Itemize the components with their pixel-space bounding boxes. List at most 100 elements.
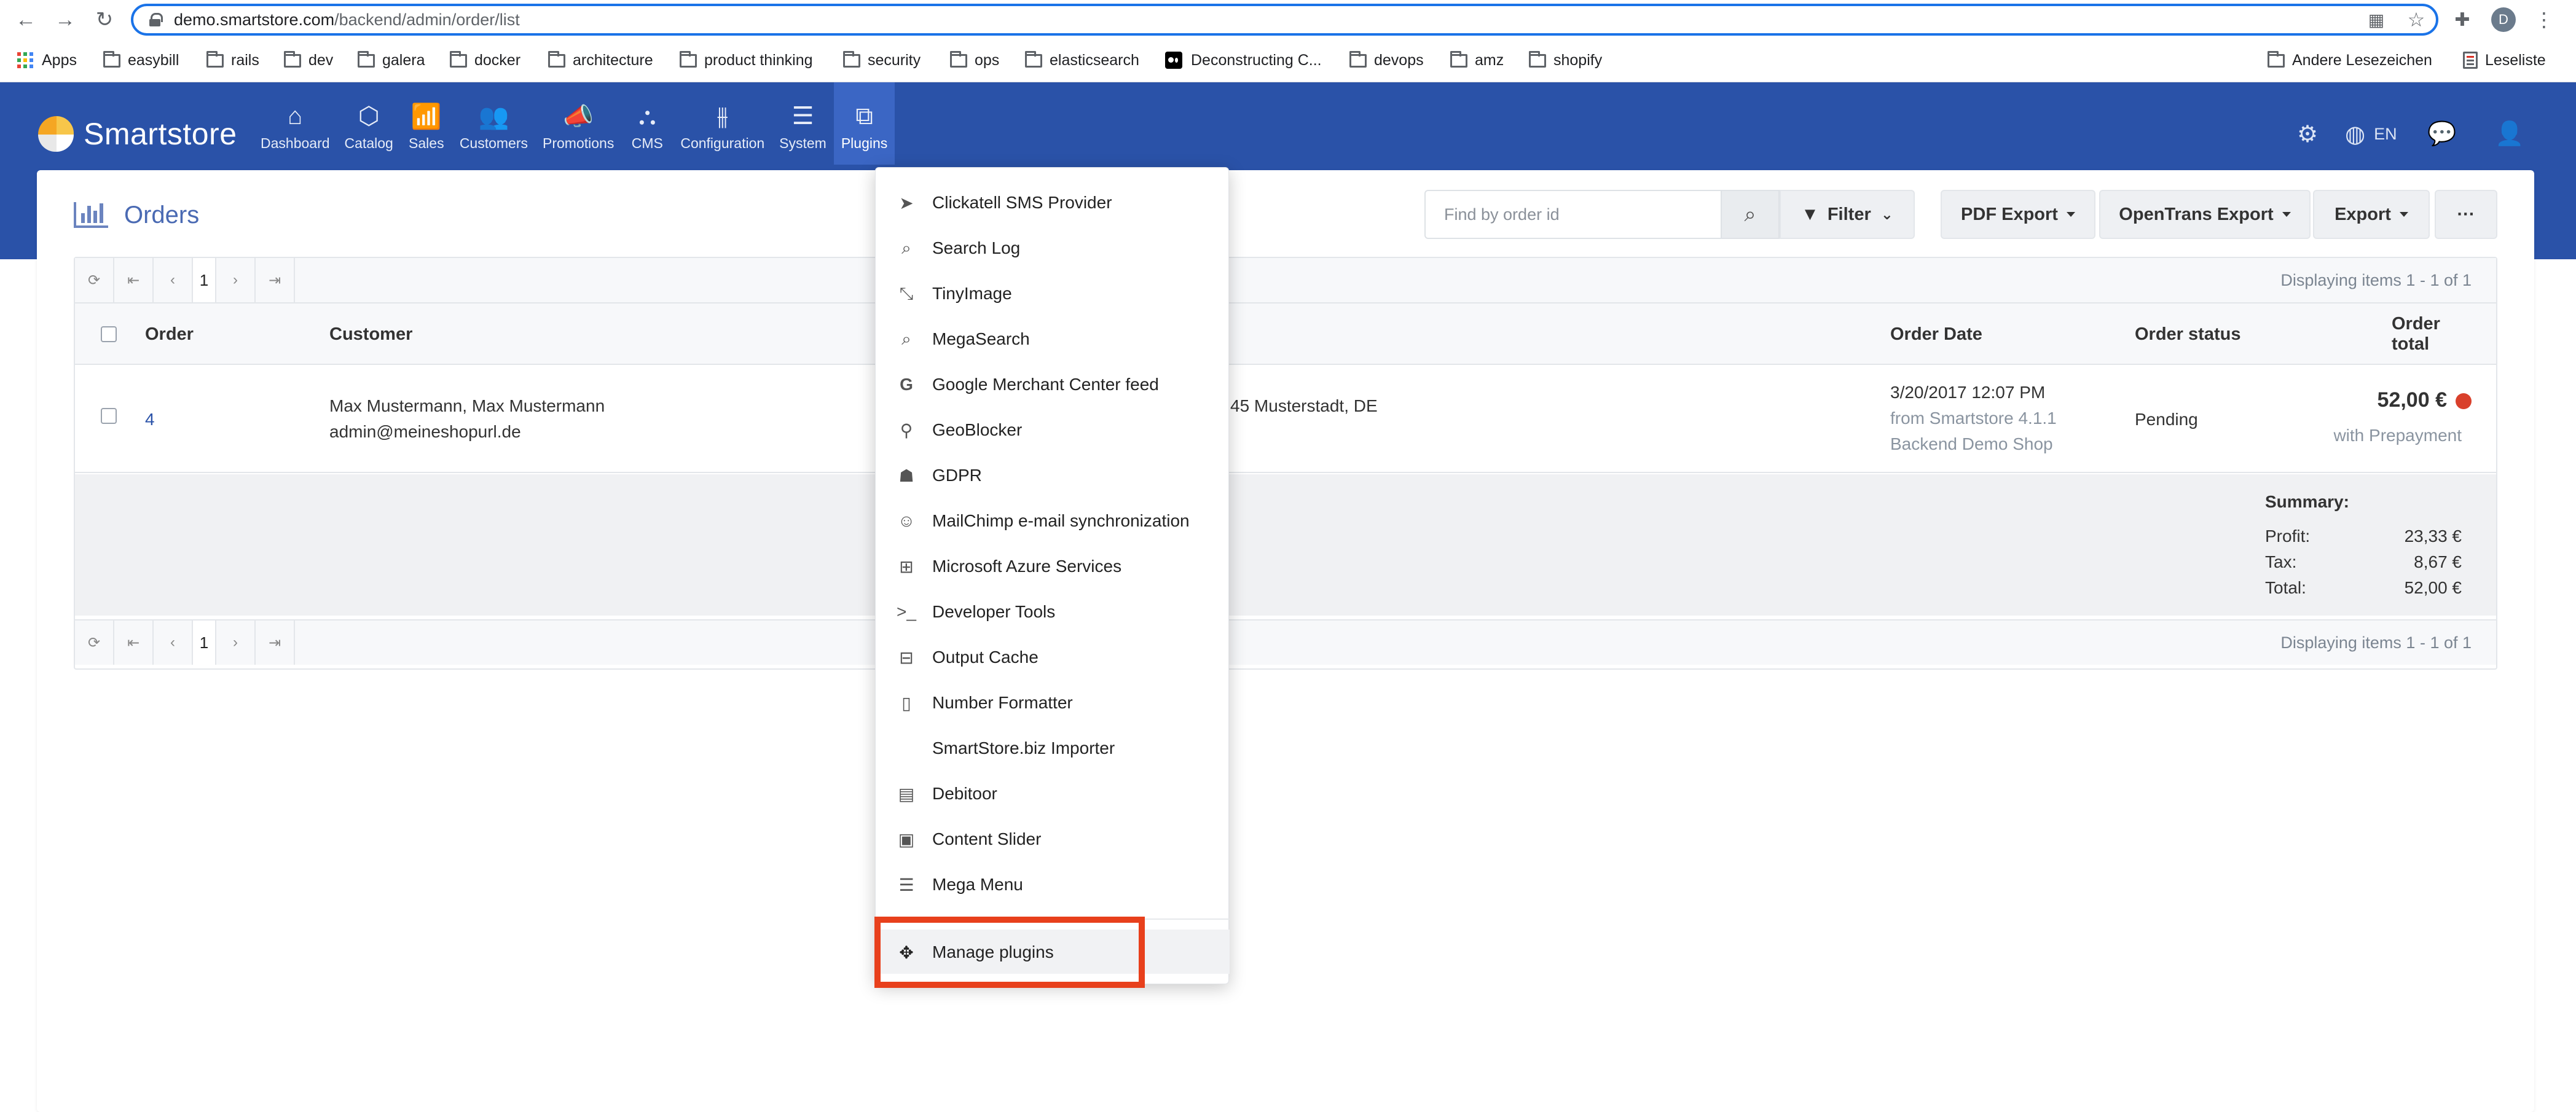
select-all-checkbox[interactable] (101, 303, 117, 365)
page-title: Orders (74, 200, 199, 230)
column-order-status[interactable]: Order status (2135, 303, 2240, 365)
bookmark-galera[interactable]: galera (358, 48, 425, 72)
menu-item-megasearch[interactable]: ⌕ MegaSearch (876, 316, 1230, 362)
forward-icon[interactable]: → (50, 5, 80, 34)
more-actions-button[interactable]: ··· (2435, 190, 2497, 239)
nav-customers[interactable]: 👥 Customers (452, 82, 535, 165)
nav-catalog[interactable]: ⬡ Catalog (337, 82, 401, 165)
folder-icon (548, 51, 565, 68)
brand-logo[interactable]: Smartstore (38, 109, 237, 159)
nav-cms[interactable]: ⛬ CMS (621, 82, 673, 165)
profile-avatar[interactable]: D (2491, 7, 2516, 32)
qr-code-icon[interactable]: ▦ (2363, 5, 2390, 34)
address-bar[interactable]: demo.smartstore.com/backend/admin/order/… (131, 4, 2438, 36)
reading-list[interactable]: Leseliste (2463, 48, 2546, 72)
export-button[interactable]: Export (2313, 190, 2430, 239)
menu-item-clickatell[interactable]: ➤ Clickatell SMS Provider (876, 180, 1230, 225)
payment-method: with Prepayment (2333, 426, 2462, 445)
nav-configuration[interactable]: ⫵ Configuration (673, 82, 772, 165)
menu-item-mailchimp[interactable]: ☺ MailChimp e-mail synchronization (876, 498, 1230, 544)
bookmark-apps[interactable]: Apps (17, 48, 77, 72)
star-icon[interactable]: ☆ (2403, 5, 2430, 34)
bookmark-ops[interactable]: ops (950, 48, 999, 72)
menu-item-content-slider[interactable]: ▣ Content Slider (876, 816, 1230, 862)
menu-item-number-formatter[interactable]: ▯ Number Formatter (876, 680, 1230, 726)
extensions-icon[interactable]: ✚ (2449, 5, 2476, 34)
menu-item-label: GDPR (932, 466, 982, 485)
nav-system[interactable]: ☰ System (772, 82, 834, 165)
bookmark-docker[interactable]: docker (450, 48, 520, 72)
bookmark-architecture[interactable]: architecture (548, 48, 653, 72)
column-order-date[interactable]: Order Date (1890, 303, 1982, 365)
filter-label: Filter (1827, 204, 1871, 224)
first-page-icon[interactable]: ⇤ (114, 258, 154, 302)
bookmark-easybill[interactable]: easybill (103, 48, 179, 72)
column-customer[interactable]: Customer (329, 303, 412, 365)
help-icon[interactable]: 💬 (2427, 109, 2456, 159)
search-button[interactable]: ⌕ (1721, 190, 1780, 239)
back-icon[interactable]: ← (11, 5, 41, 34)
bookmark-label: product thinking (704, 51, 813, 69)
bookmark-product-thinking[interactable]: product thinking (680, 48, 813, 72)
prev-page-icon[interactable]: ‹ (154, 258, 193, 302)
bookmark-dev[interactable]: dev (284, 48, 333, 72)
paper-plane-icon: ➤ (899, 193, 914, 213)
next-page-icon[interactable]: › (216, 258, 256, 302)
reload-icon[interactable]: ↻ (90, 5, 119, 34)
folder-icon (843, 51, 860, 68)
manage-plugins-highlight (874, 917, 1145, 988)
bookmark-devops[interactable]: devops (1349, 48, 1424, 72)
order-id-search-input[interactable]: Find by order id (1424, 190, 1722, 239)
column-order-total[interactable]: Order total (2392, 303, 2472, 365)
menu-item-label: Number Formatter (932, 693, 1073, 712)
table-row[interactable]: 4 Max Mustermann, Max Mustermann admin@m… (75, 366, 2496, 473)
order-source: from Smartstore 4.1.1 (1890, 409, 2057, 428)
menu-item-google-merchant[interactable]: G Google Merchant Center feed (876, 362, 1230, 407)
bookmark-other[interactable]: Andere Lesezeichen (2268, 48, 2432, 72)
nav-plugins[interactable]: ⧉ Plugins (833, 82, 895, 165)
search-icon: ⌕ (901, 238, 911, 257)
prev-page-icon[interactable]: ‹ (154, 621, 193, 665)
bookmark-label: devops (1374, 51, 1424, 69)
bookmark-amz[interactable]: amz (1450, 48, 1504, 72)
bookmark-deconstructing[interactable]: Deconstructing C... (1165, 48, 1322, 72)
nav-label: Catalog (344, 135, 393, 151)
menu-item-debitoor[interactable]: ▤ Debitoor (876, 771, 1230, 816)
last-page-icon[interactable]: ⇥ (256, 258, 295, 302)
row-checkbox[interactable] (101, 408, 117, 424)
next-page-icon[interactable]: › (216, 621, 256, 665)
order-number-link[interactable]: 4 (145, 407, 155, 433)
menu-item-output-cache[interactable]: ⊟ Output Cache (876, 635, 1230, 680)
language-switcher[interactable]: ◍ EN (2345, 109, 2397, 159)
menu-item-mega-menu[interactable]: ☰ Mega Menu (876, 862, 1230, 907)
menu-item-tinyimage[interactable]: ⤡ TinyImage (876, 271, 1230, 316)
column-order[interactable]: Order (145, 303, 194, 365)
refresh-icon[interactable]: ⟳ (75, 621, 114, 665)
menu-item-smartstore-biz-importer[interactable]: SmartStore.biz Importer (876, 726, 1230, 771)
settings-icon[interactable]: ⚙ (2297, 109, 2318, 159)
bookmark-security[interactable]: security (843, 48, 921, 72)
menu-item-search-log[interactable]: ⌕ Search Log (876, 225, 1230, 271)
menu-item-geoblocker[interactable]: ⚲ GeoBlocker (876, 407, 1230, 453)
user-icon[interactable]: 👤 (2495, 109, 2524, 159)
last-page-icon[interactable]: ⇥ (256, 621, 295, 665)
nav-label: Plugins (841, 135, 888, 151)
menu-kebab-icon[interactable]: ⋮ (2531, 5, 2558, 34)
nav-dashboard[interactable]: ⌂ Dashboard (253, 82, 337, 165)
first-page-icon[interactable]: ⇤ (114, 621, 154, 665)
page-number[interactable]: 1 (193, 258, 216, 302)
nav-sales[interactable]: 📶 Sales (401, 82, 452, 165)
pdf-export-button[interactable]: PDF Export (1941, 190, 2095, 239)
folder-icon (1450, 51, 1467, 68)
menu-item-azure[interactable]: ⊞ Microsoft Azure Services (876, 544, 1230, 589)
bookmark-rails[interactable]: rails (206, 48, 259, 72)
bookmark-shopify[interactable]: shopify (1529, 48, 1602, 72)
page-number[interactable]: 1 (193, 621, 216, 665)
menu-item-gdpr[interactable]: ☗ GDPR (876, 453, 1230, 498)
opentrans-export-button[interactable]: OpenTrans Export (2099, 190, 2311, 239)
menu-item-developer-tools[interactable]: >_ Developer Tools (876, 589, 1230, 635)
bookmark-elasticsearch[interactable]: elasticsearch (1025, 48, 1139, 72)
nav-promotions[interactable]: 📣 Promotions (535, 82, 621, 165)
filter-button[interactable]: ▼ Filter ⌄ (1780, 190, 1915, 239)
refresh-icon[interactable]: ⟳ (75, 258, 114, 302)
